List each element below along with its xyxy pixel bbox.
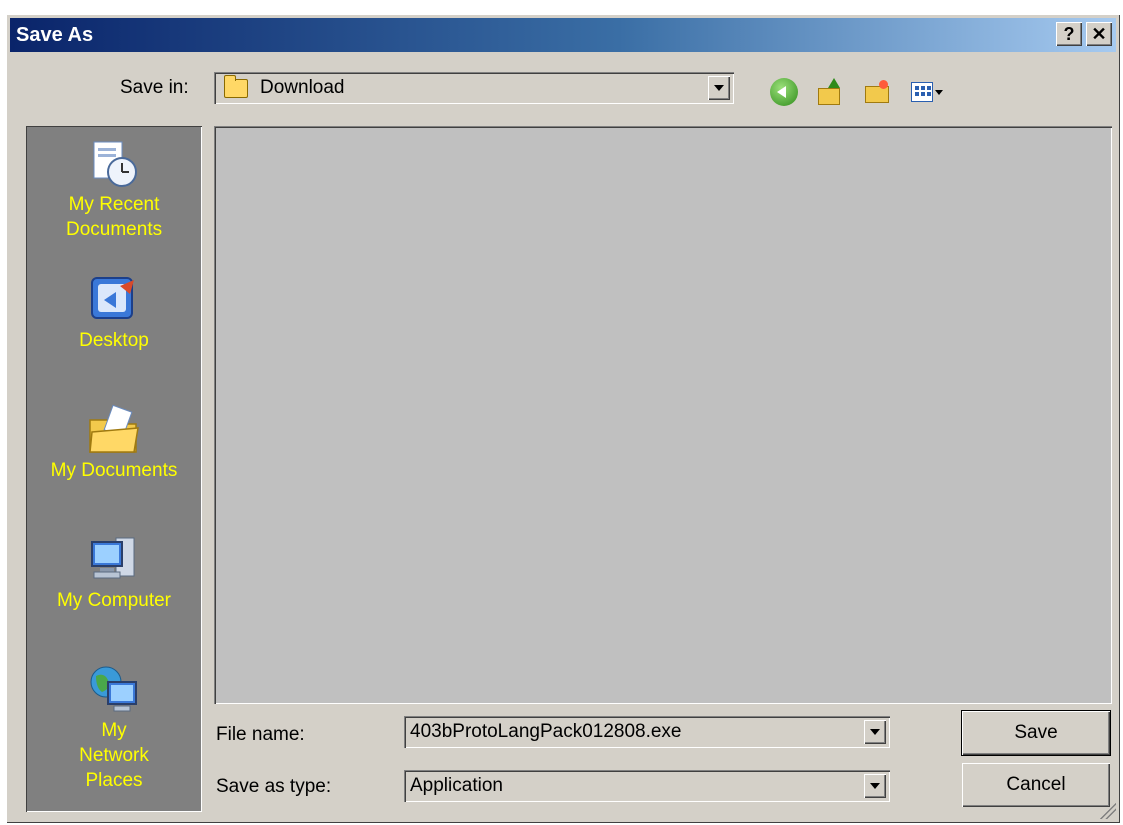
save-in-label: Save in: bbox=[120, 77, 189, 98]
my-documents-icon bbox=[86, 402, 142, 458]
close-button[interactable]: ✕ bbox=[1086, 22, 1112, 46]
place-my-documents[interactable]: My Documents bbox=[26, 402, 202, 483]
place-my-computer[interactable]: My Computer bbox=[26, 532, 202, 613]
save-as-dialog: Save As ? ✕ Save in: Download My Recent … bbox=[6, 14, 1120, 823]
save-as-type-value: Application bbox=[410, 775, 503, 796]
file-name-combo[interactable]: 403bProtoLangPack012808.exe bbox=[404, 716, 890, 748]
place-my-recent-documents[interactable]: My Recent Documents bbox=[26, 136, 202, 242]
my-computer-icon bbox=[86, 532, 142, 588]
file-name-dropdown-button[interactable] bbox=[864, 720, 886, 744]
place-label: My Documents bbox=[50, 460, 178, 481]
help-button[interactable]: ? bbox=[1056, 22, 1082, 46]
save-in-dropdown-button[interactable] bbox=[708, 76, 730, 100]
save-in-value: Download bbox=[260, 77, 345, 98]
back-icon[interactable] bbox=[770, 78, 798, 106]
save-in-combo[interactable]: Download bbox=[214, 72, 734, 104]
title-bar[interactable]: Save As ? ✕ bbox=[10, 18, 1116, 52]
new-folder-icon[interactable] bbox=[863, 78, 891, 106]
places-bar: My Recent Documents Desktop My Documents… bbox=[26, 126, 202, 812]
resize-grip[interactable] bbox=[1100, 803, 1116, 819]
cancel-button[interactable]: Cancel bbox=[962, 763, 1110, 807]
views-menu-icon[interactable] bbox=[909, 78, 943, 106]
up-one-level-icon[interactable] bbox=[816, 78, 844, 106]
save-button[interactable]: Save bbox=[962, 711, 1110, 755]
place-label: My Recent Documents bbox=[66, 194, 163, 240]
place-label: My Computer bbox=[56, 590, 172, 611]
desktop-icon bbox=[86, 272, 142, 328]
place-desktop[interactable]: Desktop bbox=[26, 272, 202, 353]
place-my-network-places[interactable]: My Network Places bbox=[26, 662, 202, 793]
recent-documents-icon bbox=[86, 136, 142, 192]
file-name-label: File name: bbox=[216, 724, 305, 745]
file-list-view[interactable] bbox=[214, 126, 1112, 704]
save-as-type-dropdown-button[interactable] bbox=[864, 774, 886, 798]
place-label: My Network Places bbox=[79, 720, 149, 791]
network-places-icon bbox=[86, 662, 142, 718]
dialog-title: Save As bbox=[16, 24, 94, 46]
place-label: Desktop bbox=[79, 330, 149, 351]
save-as-type-select[interactable]: Application bbox=[404, 770, 890, 802]
save-as-type-label: Save as type: bbox=[216, 776, 332, 797]
file-name-input[interactable]: 403bProtoLangPack012808.exe bbox=[410, 721, 682, 743]
folder-icon bbox=[224, 75, 248, 98]
